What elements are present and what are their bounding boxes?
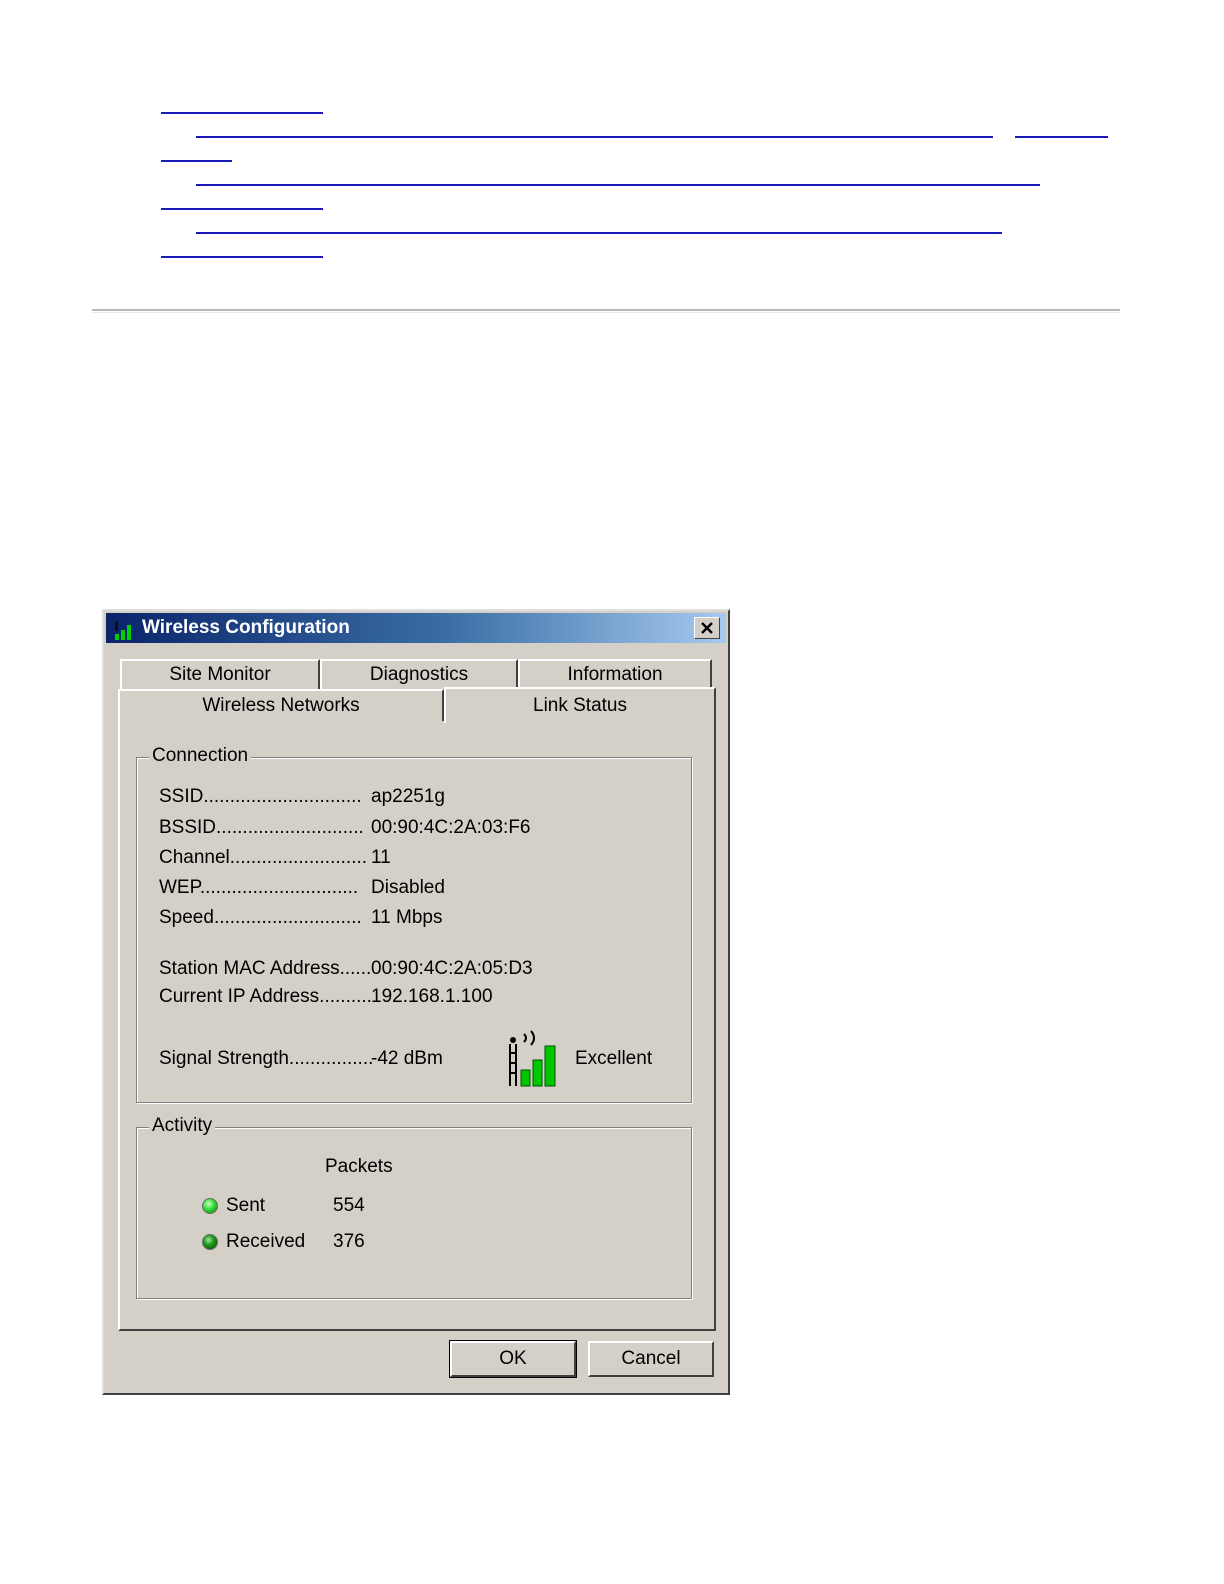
wep-label: WEP.............................. <box>159 877 359 898</box>
signal-bars-app-icon <box>114 619 136 645</box>
ok-button-label: OK <box>499 1348 527 1369</box>
speed-value: 11 Mbps <box>371 907 443 928</box>
title-bar[interactable]: Wireless Configuration <box>106 613 726 643</box>
link-underline[interactable] <box>161 160 232 162</box>
activity-group-label: Activity <box>149 1115 216 1137</box>
horizontal-rule <box>92 309 1120 313</box>
signal-strength-label: Signal Strength................ <box>159 1048 374 1069</box>
signal-strength-icon <box>505 1030 565 1092</box>
activity-group: Activity Packets Sent 554 Received 376 <box>136 1115 692 1299</box>
link-underline[interactable] <box>1015 136 1108 138</box>
ip-address-label: Current IP Address.......... <box>159 986 372 1007</box>
channel-value: 11 <box>371 847 391 868</box>
ssid-value: ap2251g <box>371 786 445 807</box>
station-mac-label: Station MAC Address...... <box>159 958 372 979</box>
wireless-configuration-dialog: Wireless Configuration Site Monitor Diag… <box>102 609 730 1395</box>
tab-wireless-networks[interactable]: Wireless Networks <box>118 689 444 721</box>
wep-value: Disabled <box>371 877 445 898</box>
ssid-label: SSID.............................. <box>159 786 362 807</box>
received-value: 376 <box>333 1231 365 1252</box>
dialog-title: Wireless Configuration <box>142 617 350 638</box>
link-underline[interactable] <box>161 208 323 210</box>
sent-label: Sent <box>226 1195 266 1216</box>
bssid-label: BSSID............................ <box>159 817 364 838</box>
cancel-button-label: Cancel <box>621 1348 681 1369</box>
tab-site-monitor[interactable]: Site Monitor <box>120 659 320 689</box>
link-underline[interactable] <box>196 232 1002 234</box>
station-mac-value: 00:90:4C:2A:05:D3 <box>371 958 533 979</box>
cancel-button[interactable]: Cancel <box>588 1341 714 1377</box>
tab-label-active: Link Status <box>533 695 627 716</box>
connection-group: Connection SSID.........................… <box>136 745 692 1103</box>
tab-diagnostics[interactable]: Diagnostics <box>320 659 518 689</box>
ok-button[interactable]: OK <box>449 1340 577 1378</box>
close-button[interactable] <box>694 617 720 639</box>
link-underline[interactable] <box>196 136 993 138</box>
close-icon <box>700 619 714 638</box>
signal-strength-value: -42 dBm <box>371 1048 443 1069</box>
signal-quality-text: Excellent <box>575 1048 653 1069</box>
channel-label: Channel.......................... <box>159 847 368 868</box>
link-status-panel: Connection SSID.........................… <box>118 721 716 1331</box>
received-label: Received <box>226 1231 306 1252</box>
connection-group-label: Connection <box>149 745 252 767</box>
received-led-icon <box>202 1234 218 1250</box>
sent-value: 554 <box>333 1195 365 1216</box>
link-underline[interactable] <box>161 256 323 258</box>
bssid-value: 00:90:4C:2A:03:F6 <box>371 817 531 838</box>
tab-label: Information <box>567 664 663 685</box>
tab-label: Diagnostics <box>369 664 469 685</box>
tab-label: Wireless Networks <box>202 695 360 716</box>
tab-label: Site Monitor <box>169 664 271 685</box>
speed-label: Speed............................ <box>159 907 362 928</box>
tab-information[interactable]: Information <box>518 659 712 689</box>
packets-header: Packets <box>325 1156 393 1177</box>
link-underline[interactable] <box>161 112 323 114</box>
sent-led-icon <box>202 1198 218 1214</box>
ip-address-value: 192.168.1.100 <box>371 986 493 1007</box>
tab-link-status[interactable]: Link Status <box>444 687 716 723</box>
link-underline[interactable] <box>196 184 1040 186</box>
